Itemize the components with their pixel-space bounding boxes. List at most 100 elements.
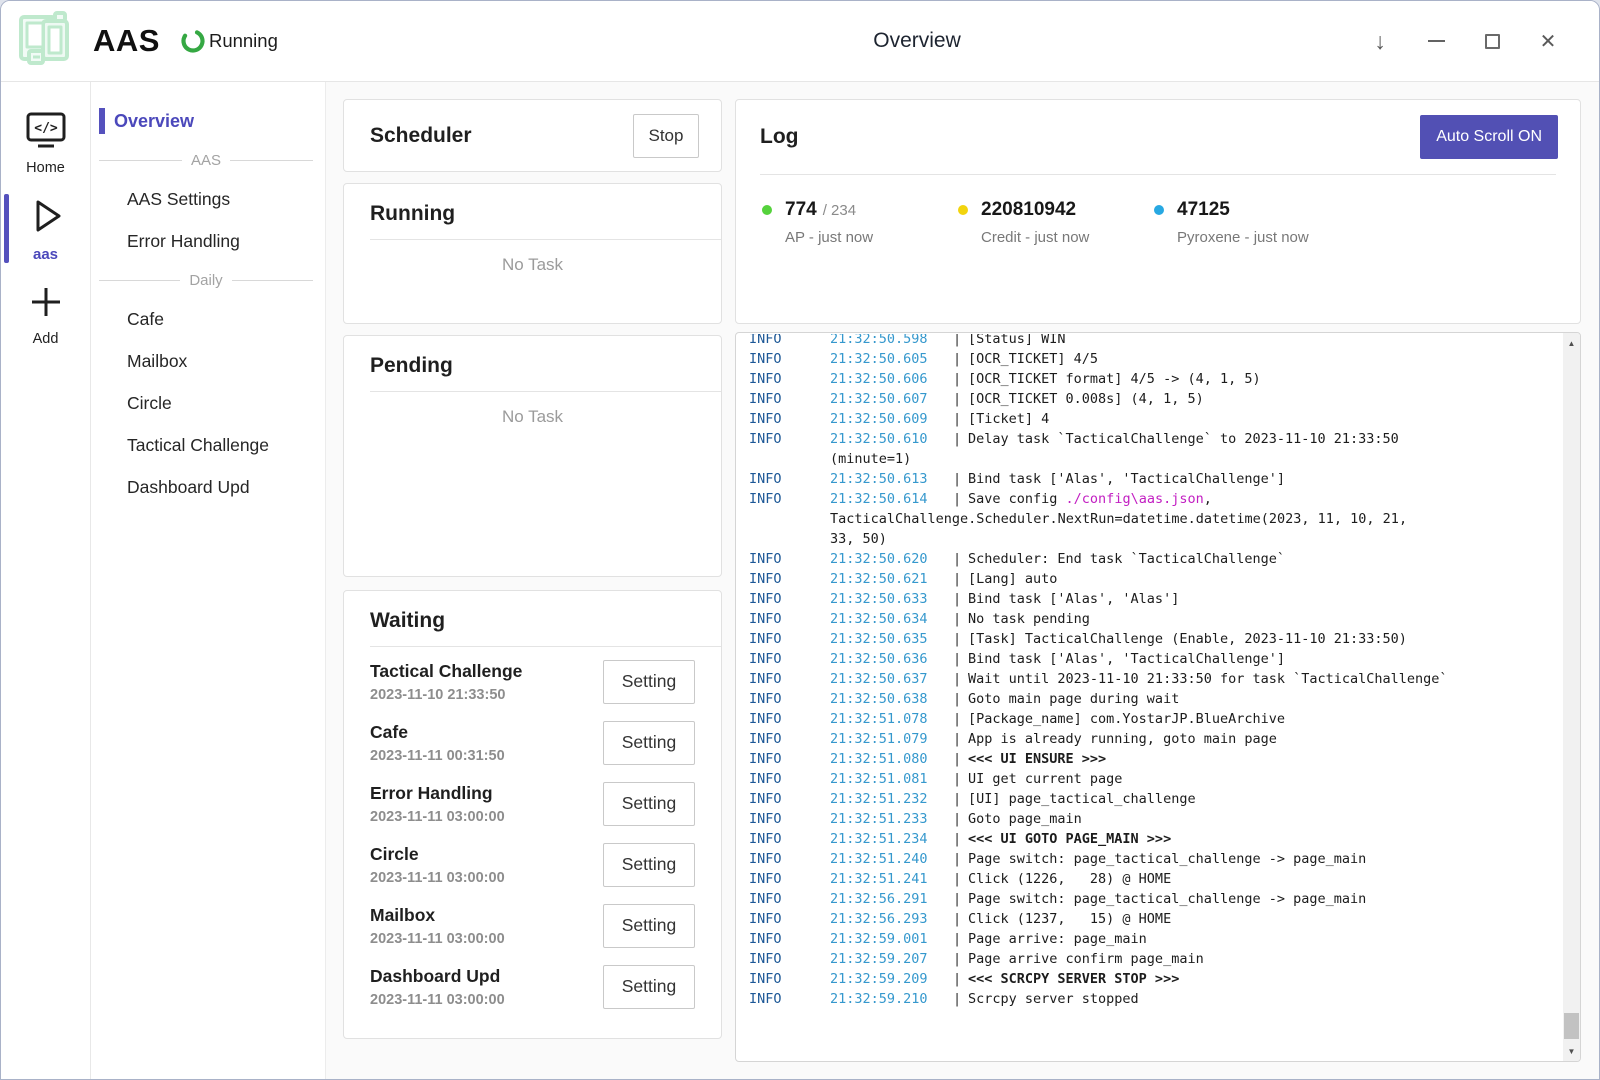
log-scrollbar[interactable]: ▲ ▼	[1563, 333, 1580, 1061]
log-line: INFO21:32:50.614|Save config ./config\aa…	[749, 489, 1563, 509]
window-controls: ↓ ✕	[1367, 28, 1561, 54]
stat-dot-icon	[958, 205, 968, 215]
waiting-task-name: Dashboard Upd	[370, 966, 603, 987]
rail-item-add[interactable]: Add	[1, 272, 90, 356]
log-stat: 774 / 234 AP - just now	[762, 199, 958, 246]
plus-icon	[26, 282, 66, 327]
log-title: Log	[760, 125, 798, 149]
nav-item-circle[interactable]: Circle	[91, 382, 325, 424]
waiting-task-name: Tactical Challenge	[370, 661, 603, 682]
svg-text:</>: </>	[34, 121, 58, 136]
log-line: INFO21:32:56.293|Click (1237, 15) @ HOME	[749, 909, 1563, 929]
app-name: AAS	[93, 23, 160, 59]
nav-item-aas-settings[interactable]: AAS Settings	[91, 178, 325, 220]
running-spinner-icon	[180, 28, 206, 54]
pending-empty-text: No Task	[344, 407, 721, 427]
log-line: INFO21:32:59.207|Page arrive confirm pag…	[749, 949, 1563, 969]
stat-label: AP - just now	[762, 229, 958, 246]
log-line: INFO21:32:59.001|Page arrive: page_main	[749, 929, 1563, 949]
log-line: INFO21:32:51.234|<<< UI GOTO PAGE_MAIN >…	[749, 829, 1563, 849]
nav-item-dashboard-upd[interactable]: Dashboard Upd	[91, 466, 325, 508]
running-card: Running No Task	[343, 183, 722, 324]
log-output-card: INFO21:32:50.598|[Status] WIN INFO21:32:5…	[735, 332, 1581, 1062]
log-line: INFO21:32:51.232|[UI] page_tactical_chal…	[749, 789, 1563, 809]
maximize-icon[interactable]	[1479, 28, 1505, 54]
titlebar: AAS Running Overview ↓ ✕	[1, 1, 1599, 82]
log-line-continuation: (minute=1)	[749, 449, 1563, 469]
setting-button[interactable]: Setting	[603, 965, 695, 1009]
waiting-task-next-run: 2023-11-11 03:00:00	[370, 809, 603, 825]
log-stat: 220810942Credit - just now	[958, 199, 1154, 246]
log-line: INFO21:32:50.635|[Task] TacticalChalleng…	[749, 629, 1563, 649]
setting-button[interactable]: Setting	[603, 721, 695, 765]
waiting-card: Waiting Tactical Challenge2023-11-10 21:…	[343, 590, 722, 1039]
waiting-title: Waiting	[344, 591, 721, 646]
log-line-continuation: TacticalChallenge.Scheduler.NextRun=date…	[749, 509, 1563, 529]
log-header-card: Log Auto Scroll ON 774 / 234 AP - just now…	[735, 99, 1581, 324]
waiting-task-name: Cafe	[370, 722, 603, 743]
rail-item-label: Home	[26, 160, 65, 176]
auto-scroll-button[interactable]: Auto Scroll ON	[1420, 115, 1558, 159]
minimize-icon[interactable]	[1423, 28, 1449, 54]
waiting-task: Circle2023-11-11 03:00:00Setting	[344, 834, 721, 895]
log-line: INFO21:32:50.606|[OCR_TICKET format] 4/5…	[749, 369, 1563, 389]
play-icon	[25, 195, 67, 242]
log-line-continuation: 33, 50)	[749, 529, 1563, 549]
nav-item-mailbox[interactable]: Mailbox	[91, 340, 325, 382]
stop-button[interactable]: Stop	[633, 114, 699, 158]
divider	[370, 646, 721, 647]
setting-button[interactable]: Setting	[603, 782, 695, 826]
waiting-task-next-run: 2023-11-11 03:00:00	[370, 992, 603, 1008]
waiting-task-next-run: 2023-11-11 00:31:50	[370, 748, 603, 764]
app-window: AAS Running Overview ↓ ✕ </>	[0, 0, 1600, 1080]
scroll-up-icon[interactable]: ▲	[1563, 336, 1580, 350]
log-line: INFO21:32:51.078|[Package_name] com.Yost…	[749, 709, 1563, 729]
setting-button[interactable]: Setting	[603, 660, 695, 704]
download-icon[interactable]: ↓	[1367, 28, 1393, 54]
setting-button[interactable]: Setting	[603, 904, 695, 948]
setting-button[interactable]: Setting	[603, 843, 695, 887]
log-line: INFO21:32:50.609|[Ticket] 4	[749, 409, 1563, 429]
stat-suffix: / 234	[823, 202, 856, 219]
log-line: INFO21:32:59.210|Scrcpy server stopped	[749, 989, 1563, 1009]
nav-item-tactical-challenge[interactable]: Tactical Challenge	[91, 424, 325, 466]
scrollbar-thumb[interactable]	[1564, 1013, 1579, 1039]
nav-group-divider: Daily	[91, 262, 325, 298]
scheduler-card: Scheduler Stop	[343, 99, 722, 172]
scheduler-status: Running	[209, 30, 278, 52]
rail-item-aas[interactable]: aas	[1, 185, 90, 272]
nav-item-error-handling[interactable]: Error Handling	[91, 220, 325, 262]
waiting-list: Tactical Challenge2023-11-10 21:33:50Set…	[344, 651, 721, 1017]
nav-item-overview[interactable]: Overview	[99, 106, 325, 136]
waiting-task-name: Error Handling	[370, 783, 603, 804]
running-empty-text: No Task	[344, 255, 721, 275]
log-line: INFO21:32:51.080|<<< UI ENSURE >>>	[749, 749, 1563, 769]
log-output[interactable]: INFO21:32:50.598|[Status] WIN INFO21:32:5…	[736, 334, 1563, 1061]
nav-group-divider: AAS	[91, 142, 325, 178]
app-logo-icon	[13, 9, 75, 74]
log-line: INFO21:32:50.610|Delay task `TacticalCha…	[749, 429, 1563, 449]
stat-value: 774	[785, 199, 817, 221]
code-monitor-icon: </>	[24, 111, 68, 156]
divider	[370, 391, 721, 392]
page-title: Overview	[873, 29, 961, 53]
close-icon[interactable]: ✕	[1535, 28, 1561, 54]
log-line: INFO21:32:50.637|Wait until 2023-11-10 2…	[749, 669, 1563, 689]
waiting-task-next-run: 2023-11-11 03:00:00	[370, 931, 603, 947]
log-line: INFO21:32:50.634|No task pending	[749, 609, 1563, 629]
nav-item-cafe[interactable]: Cafe	[91, 298, 325, 340]
pending-title: Pending	[344, 336, 721, 391]
rail-item-label: aas	[33, 246, 58, 263]
stat-value: 47125	[1177, 199, 1230, 221]
log-line: INFO21:32:51.233|Goto page_main	[749, 809, 1563, 829]
log-line: INFO21:32:50.598|[Status] WIN	[749, 334, 1563, 349]
rail-item-home[interactable]: </> Home	[1, 101, 90, 185]
subnav: Overview AASAAS SettingsError HandlingDai…	[91, 82, 326, 1079]
waiting-task-next-run: 2023-11-11 03:00:00	[370, 870, 603, 886]
log-stats: 774 / 234 AP - just now220810942Credit - j…	[736, 175, 1580, 246]
log-line: INFO21:32:59.209|<<< SCRCPY SERVER STOP …	[749, 969, 1563, 989]
scroll-down-icon[interactable]: ▼	[1563, 1044, 1580, 1058]
scheduler-title: Scheduler	[370, 124, 472, 148]
waiting-task-name: Mailbox	[370, 905, 603, 926]
log-line: INFO21:32:50.633|Bind task ['Alas', 'Ala…	[749, 589, 1563, 609]
